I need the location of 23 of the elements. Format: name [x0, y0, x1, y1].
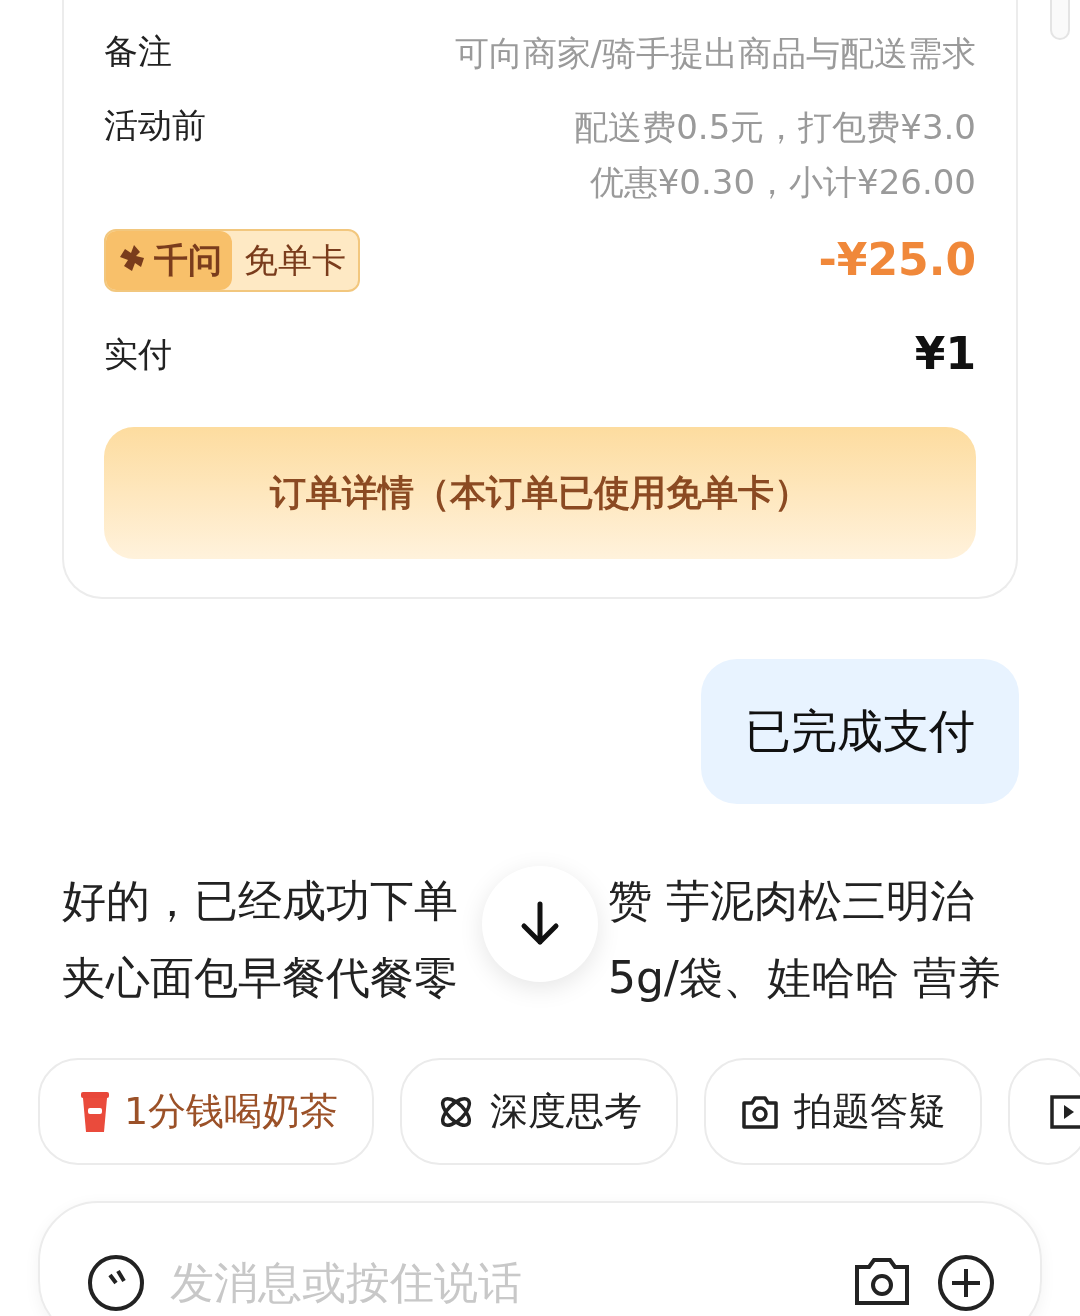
suggestion-chip[interactable]: 深度思考	[400, 1058, 679, 1166]
message-text: 5g/袋、娃哈哈 营养	[608, 951, 1002, 1006]
cup-icon	[80, 1089, 110, 1134]
field-label: 备注	[104, 30, 172, 73]
field-value: 优惠¥0.30，小计¥26.00	[588, 160, 976, 204]
message-text: 夹心面包早餐代餐零	[62, 951, 459, 1006]
user-message-bubble: 已完成支付	[701, 659, 1019, 805]
brand-label: 千问	[154, 238, 222, 282]
order-detail-button[interactable]: 订单详情（本订单已使用免单卡）	[104, 427, 976, 560]
suggestion-chip[interactable]: 拍题答疑	[704, 1058, 983, 1166]
down-arrow-icon	[520, 901, 560, 948]
field-value: 可向商家/骑手提出商品与配送需求	[454, 32, 976, 75]
play-icon	[1050, 1093, 1080, 1130]
discount-amount: -¥25.0	[818, 233, 976, 288]
field-label: 活动前	[104, 104, 206, 148]
field-value: 配送费0.5元，打包费¥3.0	[574, 106, 976, 150]
coupon-label: 免单卡	[243, 238, 347, 282]
add-icon[interactable]	[936, 1253, 996, 1314]
total-amount: ¥1	[914, 327, 976, 382]
message-text: 赞 芋泥肉松三明治	[608, 874, 975, 929]
message-text: 好的，已经成功下单	[62, 874, 459, 929]
field-label: 实付	[104, 332, 172, 376]
suggestion-chip[interactable]: 1分钱喝奶茶	[38, 1058, 375, 1166]
